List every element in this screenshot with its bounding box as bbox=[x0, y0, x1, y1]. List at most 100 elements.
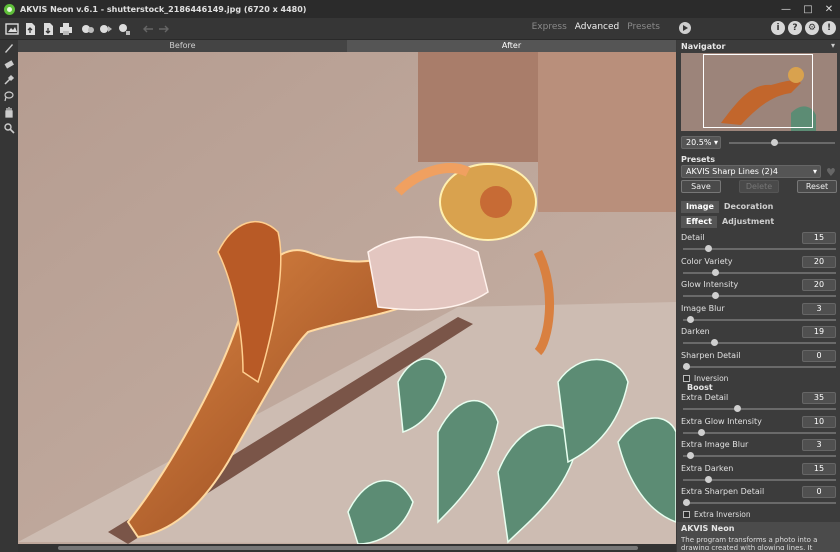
param-value-2[interactable]: 20 bbox=[802, 279, 836, 292]
boost-param-slider-knob-4[interactable] bbox=[683, 499, 690, 507]
param-slider-3[interactable] bbox=[683, 315, 836, 323]
info-box: AKVIS Neon The program transforms a phot… bbox=[677, 522, 840, 552]
boost-param-label-2: Extra Image Blur bbox=[681, 440, 749, 450]
zoom-slider[interactable] bbox=[729, 139, 835, 146]
boost-param-label-0: Extra Detail bbox=[681, 393, 729, 402]
maximize-icon[interactable]: □ bbox=[797, 1, 819, 17]
favorite-heart-icon[interactable]: ♥ bbox=[826, 166, 836, 179]
upload-icon[interactable] bbox=[22, 21, 38, 37]
boost-param-label-4: Extra Sharpen Detail bbox=[681, 487, 765, 497]
pipette-icon[interactable] bbox=[0, 72, 18, 88]
boost-param-value-4[interactable]: 0 bbox=[802, 486, 836, 499]
tab-image[interactable]: Image bbox=[681, 201, 719, 213]
mode-advanced[interactable]: Advanced bbox=[575, 22, 619, 32]
boost-param-slider-knob-1[interactable] bbox=[697, 428, 705, 436]
tab-after[interactable]: After bbox=[347, 40, 676, 52]
info-title: AKVIS Neon bbox=[681, 524, 735, 533]
save-icon[interactable] bbox=[40, 21, 56, 37]
boost-title: Boost bbox=[687, 383, 713, 392]
brush-icon[interactable] bbox=[0, 40, 18, 56]
eraser-icon[interactable] bbox=[0, 56, 18, 72]
param-slider-0[interactable] bbox=[683, 245, 836, 252]
param-slider-5[interactable] bbox=[683, 363, 836, 370]
zoom-slider-knob[interactable] bbox=[771, 139, 778, 146]
boost-param-slider-knob-0[interactable] bbox=[734, 405, 742, 412]
param-value-4[interactable]: 19 bbox=[802, 326, 836, 339]
help-icon[interactable]: ? bbox=[788, 21, 802, 35]
tab-effect[interactable]: Effect bbox=[681, 216, 717, 228]
boost-param-slider-knob-2[interactable] bbox=[687, 452, 695, 460]
param-label-0: Detail bbox=[681, 233, 705, 242]
param-label-1: Color Variety bbox=[681, 256, 733, 266]
navigator-menu-icon[interactable]: ▾ bbox=[831, 41, 835, 50]
param-slider-knob-0[interactable] bbox=[704, 245, 712, 252]
import-icon[interactable] bbox=[98, 21, 114, 37]
reset-preset-button[interactable]: Reset bbox=[797, 180, 837, 193]
extra-inversion-checkbox[interactable] bbox=[683, 511, 690, 518]
gear-icon[interactable]: ⚙ bbox=[805, 21, 819, 35]
main-toolbar: Express Advanced Presets i ? ⚙ ! bbox=[0, 18, 840, 40]
param-value-0[interactable]: 15 bbox=[802, 232, 836, 244]
preset-select[interactable]: AKVIS Sharp Lines (2)4 ▾ bbox=[681, 165, 821, 178]
param-slider-2[interactable] bbox=[683, 292, 836, 300]
save-preset-button[interactable]: Save bbox=[681, 180, 721, 193]
app-logo-icon bbox=[4, 3, 15, 15]
boost-param-slider-knob-3[interactable] bbox=[704, 475, 712, 483]
param-value-3[interactable]: 3 bbox=[802, 302, 836, 315]
boost-param-value-0[interactable]: 35 bbox=[802, 392, 836, 404]
boost-param-slider-0[interactable] bbox=[683, 405, 836, 412]
zoom-select[interactable]: 20.5% ▾ bbox=[681, 136, 721, 149]
boost-param-value-2[interactable]: 3 bbox=[802, 439, 836, 452]
param-label-2: Glow Intensity bbox=[681, 280, 739, 290]
inversion-checkbox[interactable] bbox=[683, 375, 690, 382]
param-slider-4[interactable] bbox=[683, 339, 836, 347]
boost-param-slider-1[interactable] bbox=[683, 428, 836, 436]
tab-decoration[interactable]: Decoration bbox=[719, 201, 778, 213]
undo-icon[interactable] bbox=[140, 21, 156, 37]
inversion-label: Inversion bbox=[694, 374, 729, 383]
run-play-icon[interactable] bbox=[679, 22, 691, 34]
boost-param-slider-3[interactable] bbox=[683, 475, 836, 483]
navigator-thumbnail[interactable] bbox=[681, 53, 837, 131]
param-label-5: Sharpen Detail bbox=[681, 351, 741, 360]
minimize-icon[interactable]: — bbox=[775, 1, 797, 17]
mode-presets[interactable]: Presets bbox=[627, 22, 660, 32]
main-tabs: Image Decoration bbox=[681, 201, 778, 213]
param-slider-knob-1[interactable] bbox=[712, 268, 720, 276]
param-slider-knob-3[interactable] bbox=[687, 315, 695, 323]
delete-preset-button[interactable]: Delete bbox=[739, 180, 779, 193]
param-slider-knob-4[interactable] bbox=[710, 339, 718, 347]
info-icon[interactable]: i bbox=[771, 21, 785, 35]
open-image-icon[interactable] bbox=[4, 21, 20, 37]
param-slider-knob-2[interactable] bbox=[712, 292, 720, 300]
settings-panel: Navigator ▾ 20.5% ▾ Presets AKVIS Sharp … bbox=[677, 40, 840, 552]
settings-batch-icon[interactable] bbox=[80, 21, 96, 37]
param-slider-knob-5[interactable] bbox=[683, 363, 690, 370]
param-label-4: Darken bbox=[681, 327, 710, 337]
scrollbar-thumb[interactable] bbox=[58, 546, 638, 550]
title-bar: AKVIS Neon v.6.1 - shutterstock_21864461… bbox=[0, 0, 840, 18]
boost-param-slider-4[interactable] bbox=[683, 499, 836, 507]
close-icon[interactable]: ✕ bbox=[818, 1, 840, 17]
neon-photo bbox=[18, 52, 676, 544]
param-slider-1[interactable] bbox=[683, 268, 836, 276]
lasso-icon[interactable] bbox=[0, 88, 18, 104]
mode-switcher: Express Advanced Presets bbox=[532, 22, 660, 32]
export-icon[interactable] bbox=[116, 21, 132, 37]
redo-icon[interactable] bbox=[156, 21, 172, 37]
boost-param-slider-2[interactable] bbox=[683, 452, 836, 460]
param-value-5[interactable]: 0 bbox=[802, 350, 836, 362]
print-icon[interactable] bbox=[58, 21, 74, 37]
tab-adjustment[interactable]: Adjustment bbox=[717, 216, 779, 228]
param-value-1[interactable]: 20 bbox=[802, 255, 836, 268]
zoom-icon[interactable] bbox=[0, 120, 18, 136]
mode-express[interactable]: Express bbox=[532, 22, 567, 32]
boost-param-value-1[interactable]: 10 bbox=[802, 415, 836, 428]
hand-icon[interactable] bbox=[0, 104, 18, 120]
tab-before[interactable]: Before bbox=[18, 40, 347, 52]
navigator-viewport[interactable] bbox=[703, 54, 813, 128]
horizontal-scrollbar[interactable] bbox=[18, 544, 676, 552]
notification-icon[interactable]: ! bbox=[822, 21, 836, 35]
image-canvas[interactable] bbox=[18, 52, 676, 544]
boost-param-value-3[interactable]: 15 bbox=[802, 462, 836, 475]
